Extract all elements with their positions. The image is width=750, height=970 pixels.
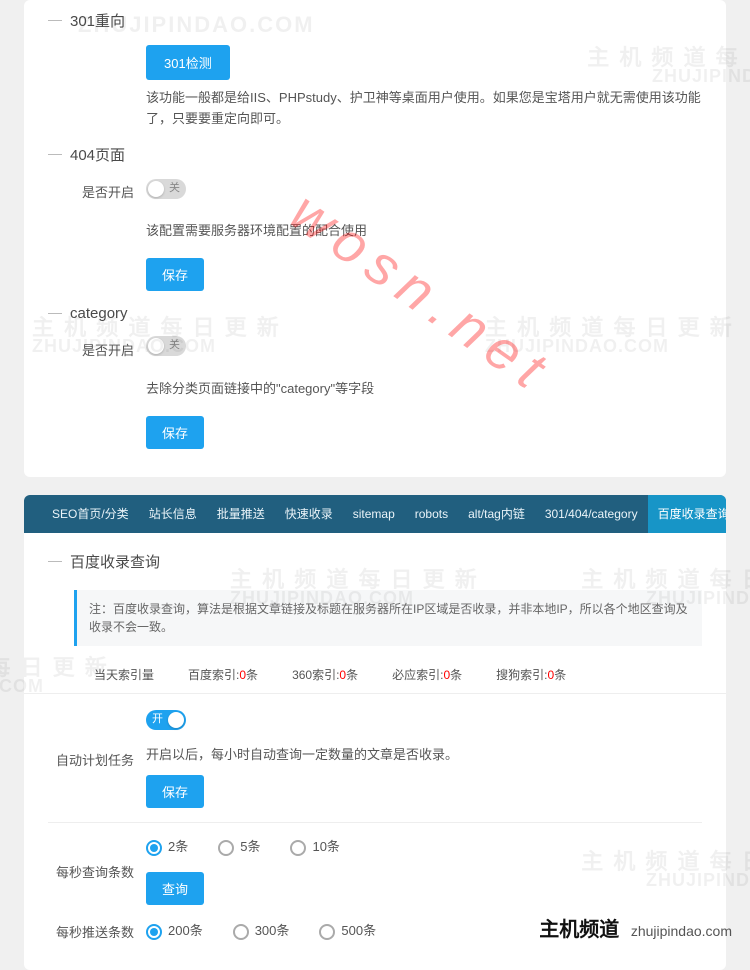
nav-item[interactable]: SEO首页/分类	[42, 495, 139, 533]
save-category-button[interactable]: 保存	[146, 416, 204, 449]
nav-item[interactable]: robots	[405, 495, 458, 533]
radio-icon[interactable]	[233, 924, 249, 940]
nav-item[interactable]: sitemap	[343, 495, 405, 533]
nav-item[interactable]: 百度收录查询	[648, 495, 726, 533]
nav-item[interactable]: 快速收录	[275, 495, 343, 533]
settings-panel-top: 301重向 301检测 该功能一般都是给IIS、PHPstudy、护卫神等桌面用…	[24, 0, 726, 477]
navbar: SEO首页/分类站长信息批量推送快速收录sitemaprobotsalt/tag…	[24, 495, 726, 533]
nav-item[interactable]: alt/tag内链	[458, 495, 535, 533]
toggle-category[interactable]: 关	[146, 336, 186, 356]
section-404-desc: 该配置需要服务器环境配置的配合使用	[146, 221, 702, 242]
push-per-sec-option[interactable]: 300条	[233, 921, 290, 942]
radio-icon[interactable]	[146, 840, 162, 856]
query-per-sec-option[interactable]: 5条	[218, 837, 260, 858]
query-button[interactable]: 查询	[146, 872, 204, 905]
save-auto-task-button[interactable]: 保存	[146, 775, 204, 808]
baidu-panel: SEO首页/分类站长信息批量推送快速收录sitemaprobotsalt/tag…	[24, 495, 726, 970]
nav-item[interactable]: 批量推送	[207, 495, 275, 533]
enable-label: 是否开启	[48, 340, 146, 359]
push-per-sec-option[interactable]: 200条	[146, 921, 203, 942]
nav-item[interactable]: 301/404/category	[535, 495, 648, 533]
query-per-sec-option[interactable]: 10条	[290, 837, 339, 858]
section-title-category: category	[24, 299, 726, 328]
save-404-button[interactable]: 保存	[146, 258, 204, 291]
radio-icon[interactable]	[290, 840, 306, 856]
section-301-desc: 该功能一般都是给IIS、PHPstudy、护卫神等桌面用户使用。如果您是宝塔用户…	[146, 88, 702, 130]
query-per-sec-option[interactable]: 2条	[146, 837, 188, 858]
radio-icon[interactable]	[146, 924, 162, 940]
toggle-auto-task[interactable]: 开	[146, 710, 186, 730]
auto-task-label: 自动计划任务	[48, 750, 146, 769]
footer-watermark: 主机频道 zhujipindao.com	[539, 913, 732, 942]
toggle-404[interactable]: 关	[146, 179, 186, 199]
enable-label: 是否开启	[48, 182, 146, 201]
section-title-baidu: 百度收录查询	[24, 545, 726, 578]
auto-task-desc: 开启以后，每小时自动查询一定数量的文章是否收录。	[146, 745, 702, 766]
push-per-sec-option[interactable]: 500条	[319, 921, 376, 942]
detect-301-button[interactable]: 301检测	[146, 45, 230, 80]
radio-icon[interactable]	[218, 840, 234, 856]
section-title-301: 301重向	[24, 4, 726, 37]
section-title-404: 404页面	[24, 138, 726, 171]
push-per-sec-label: 每秒推送条数	[48, 922, 146, 941]
section-category-desc: 去除分类页面链接中的"category"等字段	[146, 379, 702, 400]
nav-item[interactable]: 站长信息	[139, 495, 207, 533]
stats-row: 当天索引量 百度索引:0条 360索引:0条 必应索引:0条 搜狗索引:0条	[24, 656, 726, 694]
note-box: 注：百度收录查询，算法是根据文章链接及标题在服务器所在IP区域是否收录，并非本地…	[74, 590, 702, 646]
query-per-sec-label: 每秒查询条数	[48, 862, 146, 881]
radio-icon[interactable]	[319, 924, 335, 940]
